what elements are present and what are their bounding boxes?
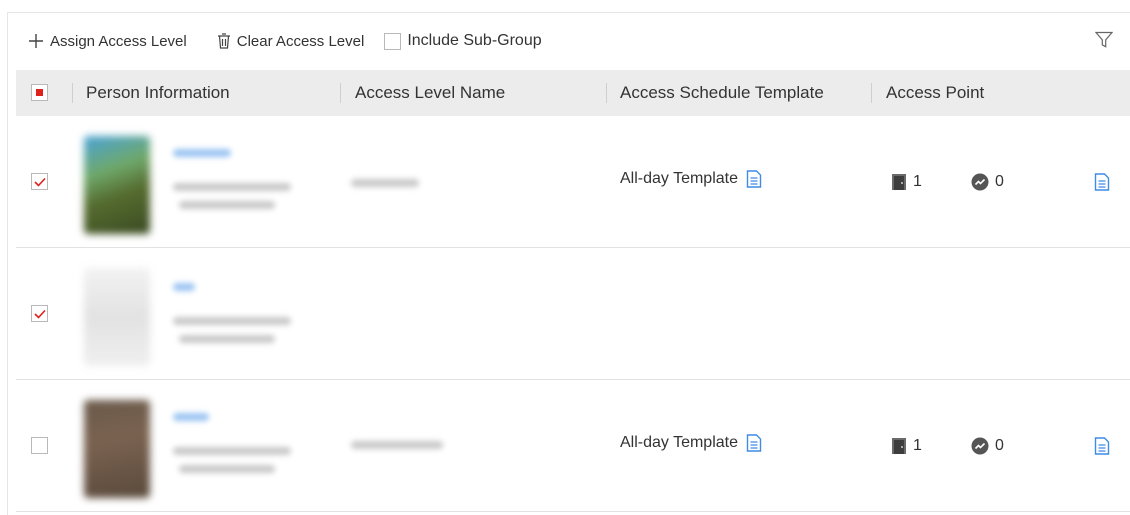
table-row[interactable]: All-day Template 1 0 xyxy=(16,380,1130,512)
include-subgroup-label: Include Sub-Group xyxy=(407,32,542,49)
details-document-icon[interactable] xyxy=(1094,437,1110,460)
column-header-access-level-name[interactable]: Access Level Name xyxy=(355,83,505,103)
elevator-icon xyxy=(971,173,989,191)
schedule-template-text: All-day Template xyxy=(620,170,738,187)
person-org-blurred xyxy=(179,335,275,343)
person-org-blurred xyxy=(179,201,275,209)
details-document-icon[interactable] xyxy=(1094,173,1110,196)
schedule-template-cell: All-day Template xyxy=(620,434,762,452)
row-checkbox[interactable] xyxy=(31,305,48,322)
checkmark-icon xyxy=(33,177,46,187)
include-subgroup-box[interactable] xyxy=(384,32,402,50)
elevator-icon xyxy=(971,437,989,455)
checkmark-icon xyxy=(33,309,46,319)
elevator-count-value: 0 xyxy=(995,437,1004,454)
column-header-person-info[interactable]: Person Information xyxy=(86,83,230,103)
person-info-blurred xyxy=(71,385,456,507)
partial-select-mark xyxy=(36,89,43,96)
door-count: 1 xyxy=(891,173,922,191)
schedule-template-text: All-day Template xyxy=(620,434,738,451)
elevator-count-value: 0 xyxy=(995,173,1004,190)
elevator-count: 0 xyxy=(971,173,1004,191)
table-row[interactable] xyxy=(16,248,1130,380)
trash-icon xyxy=(217,33,231,49)
door-icon xyxy=(891,173,907,191)
door-count-value: 1 xyxy=(913,437,922,454)
toolbar: Assign Access Level Clear Access Level I… xyxy=(8,13,1130,69)
person-photo xyxy=(84,400,150,498)
column-divider xyxy=(72,83,73,103)
row-checkbox[interactable] xyxy=(31,173,48,190)
document-icon[interactable] xyxy=(746,434,762,452)
person-org-blurred xyxy=(179,465,275,473)
schedule-template-cell: All-day Template xyxy=(620,170,762,188)
column-divider xyxy=(606,83,607,103)
plus-icon xyxy=(28,33,44,49)
table-row[interactable]: All-day Template 1 0 xyxy=(16,116,1130,248)
access-level-panel: Assign Access Level Clear Access Level I… xyxy=(7,12,1130,515)
clear-access-level-button[interactable]: Clear Access Level xyxy=(217,32,365,50)
person-name-blurred xyxy=(173,413,209,421)
column-header-access-schedule-template[interactable]: Access Schedule Template xyxy=(620,83,824,103)
door-count-value: 1 xyxy=(913,173,922,190)
person-photo xyxy=(84,136,150,234)
document-icon[interactable] xyxy=(746,170,762,188)
row-checkbox[interactable] xyxy=(31,437,48,454)
door-count: 1 xyxy=(891,437,922,455)
elevator-count: 0 xyxy=(971,437,1004,455)
person-name-blurred xyxy=(173,149,231,157)
person-info-blurred xyxy=(71,121,456,243)
person-id-blurred xyxy=(173,447,291,455)
filter-icon[interactable] xyxy=(1094,31,1114,54)
person-id-blurred xyxy=(173,317,291,325)
column-divider xyxy=(340,83,341,103)
column-divider xyxy=(871,83,872,103)
access-level-name-blurred xyxy=(351,441,443,449)
person-info-blurred xyxy=(71,253,456,375)
access-level-name-blurred xyxy=(351,179,419,187)
assign-access-level-button[interactable]: Assign Access Level xyxy=(28,33,187,50)
assign-access-level-label: Assign Access Level xyxy=(50,32,187,50)
column-header-access-point[interactable]: Access Point xyxy=(886,83,984,103)
select-all-checkbox[interactable] xyxy=(31,84,48,101)
person-name-blurred xyxy=(173,283,195,291)
person-photo-placeholder xyxy=(84,268,150,366)
clear-access-level-label: Clear Access Level xyxy=(236,32,365,50)
person-id-blurred xyxy=(173,183,291,191)
include-subgroup-checkbox[interactable]: Include Sub-Group xyxy=(384,32,542,50)
door-icon xyxy=(891,437,907,455)
table-header: Person Information Access Level Name Acc… xyxy=(16,70,1130,116)
